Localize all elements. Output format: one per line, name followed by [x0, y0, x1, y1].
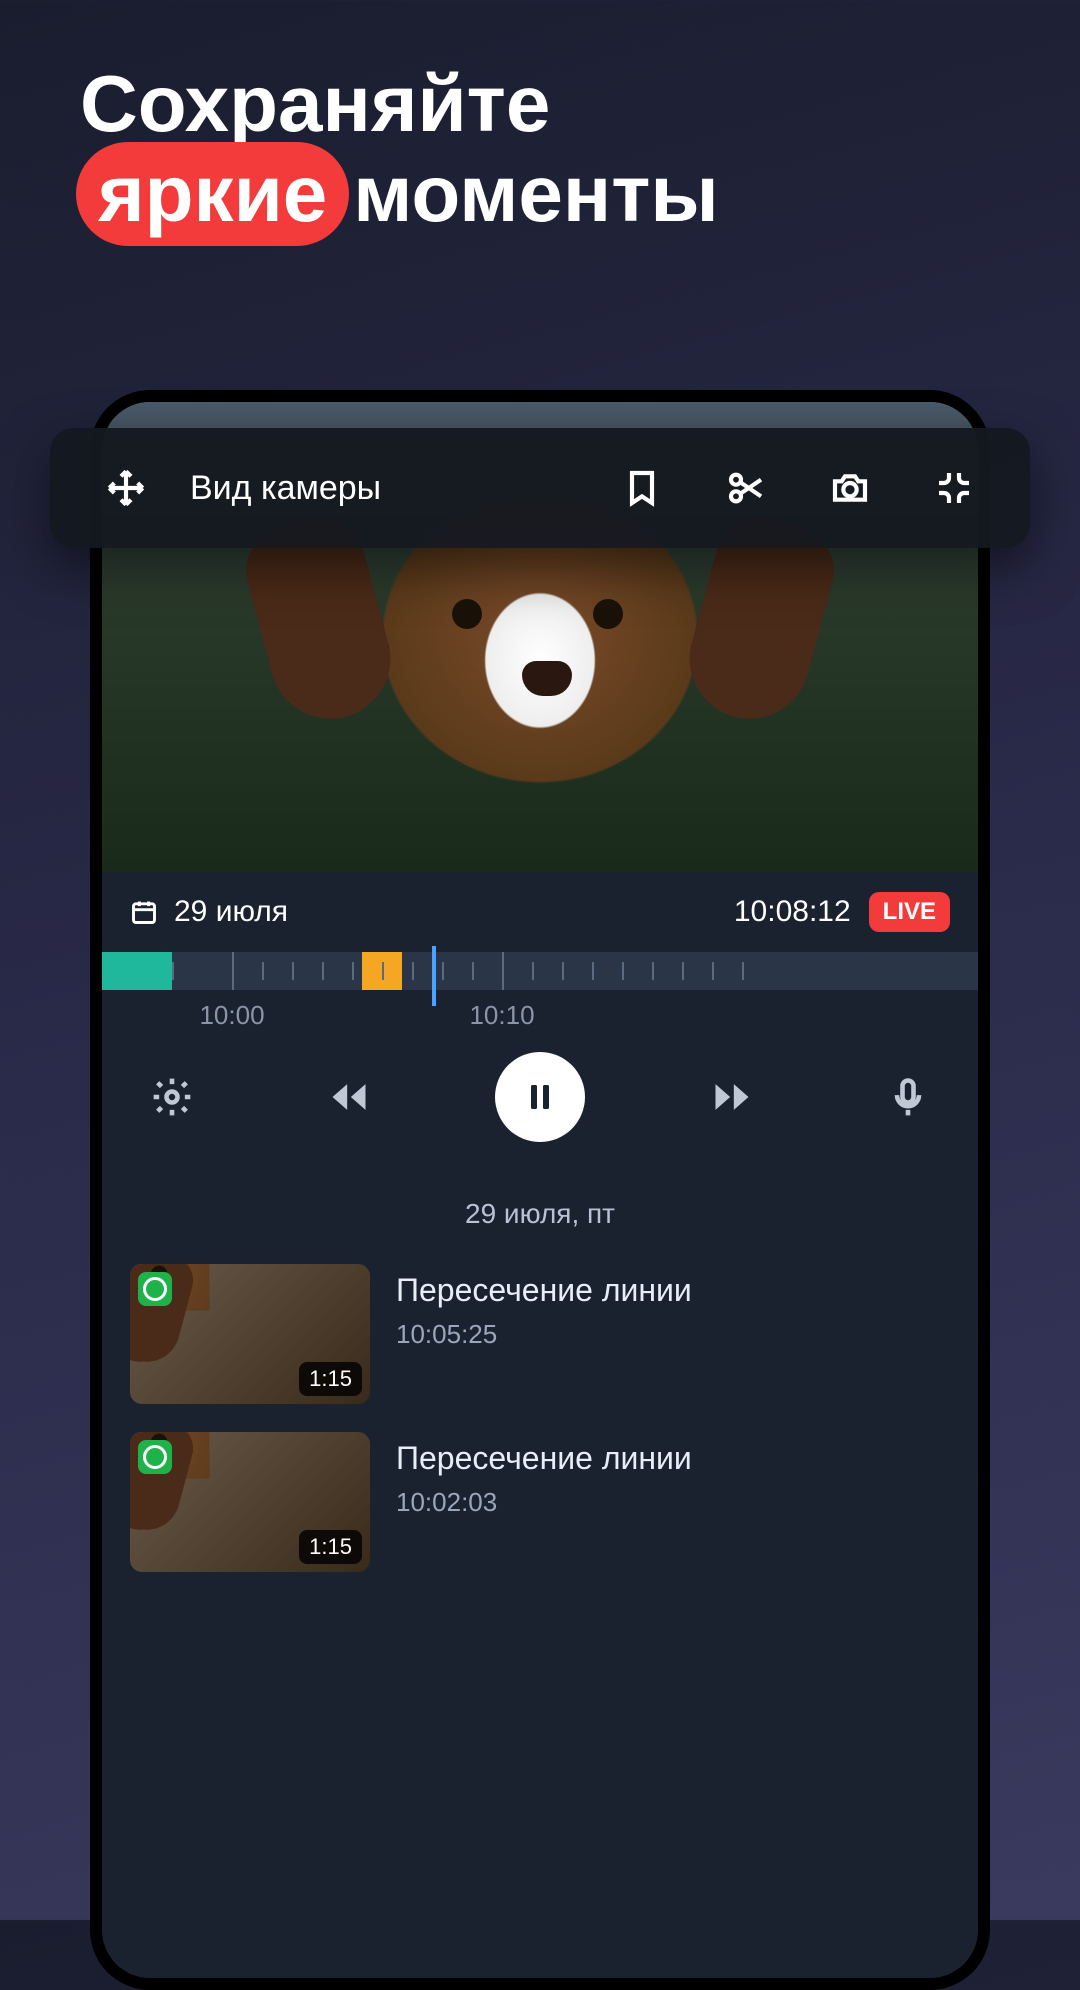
timeline-cursor[interactable]: [432, 946, 436, 1006]
event-time: 10:02:03: [396, 1487, 692, 1518]
event-item[interactable]: 1:15 Пересечение линии 10:02:03: [102, 1418, 978, 1586]
event-title: Пересечение линии: [396, 1440, 692, 1477]
promo-headline: Сохраняйте яркие моменты: [80, 60, 719, 240]
bookmark-icon[interactable]: [618, 464, 666, 512]
event-type-icon: [138, 1440, 172, 1474]
event-type-icon: [138, 1272, 172, 1306]
event-thumbnail: 1:15: [130, 1264, 370, 1404]
phone-mockup: 29 июля 10:08:12 LIVE 10:: [90, 390, 990, 1990]
headline-highlight: яркие: [80, 148, 345, 240]
date-time-bar: 29 июля 10:08:12 LIVE: [102, 872, 978, 952]
event-item[interactable]: 1:15 Пересечение линии 10:05:25: [102, 1250, 978, 1418]
move-icon[interactable]: [102, 464, 150, 512]
phone-screen: 29 июля 10:08:12 LIVE 10:: [102, 402, 978, 1978]
event-duration: 1:15: [299, 1530, 362, 1564]
camera-view-label[interactable]: Вид камеры: [190, 469, 578, 508]
event-duration: 1:15: [299, 1362, 362, 1396]
event-thumbnail: 1:15: [130, 1432, 370, 1572]
timeline[interactable]: 10:00 10:10: [102, 952, 978, 1002]
scissors-icon[interactable]: [722, 464, 770, 512]
headline-line2-rest: моменты: [353, 150, 718, 238]
pause-button[interactable]: [495, 1052, 585, 1142]
camera-icon[interactable]: [826, 464, 874, 512]
current-date[interactable]: 29 июля: [174, 895, 288, 929]
calendar-icon[interactable]: [130, 898, 158, 926]
camera-toolbar: Вид камеры: [50, 428, 1030, 548]
rewind-button[interactable]: [319, 1067, 379, 1127]
headline-line1: Сохраняйте: [80, 60, 550, 148]
live-badge[interactable]: LIVE: [869, 892, 950, 932]
events-date-header: 29 июля, пт: [102, 1172, 978, 1250]
current-time: 10:08:12: [734, 895, 851, 929]
timeline-ticks: [102, 952, 978, 990]
collapse-icon[interactable]: [930, 464, 978, 512]
settings-button[interactable]: [142, 1067, 202, 1127]
microphone-button[interactable]: [878, 1067, 938, 1127]
event-time: 10:05:25: [396, 1319, 692, 1350]
forward-button[interactable]: [702, 1067, 762, 1127]
event-title: Пересечение линии: [396, 1272, 692, 1309]
